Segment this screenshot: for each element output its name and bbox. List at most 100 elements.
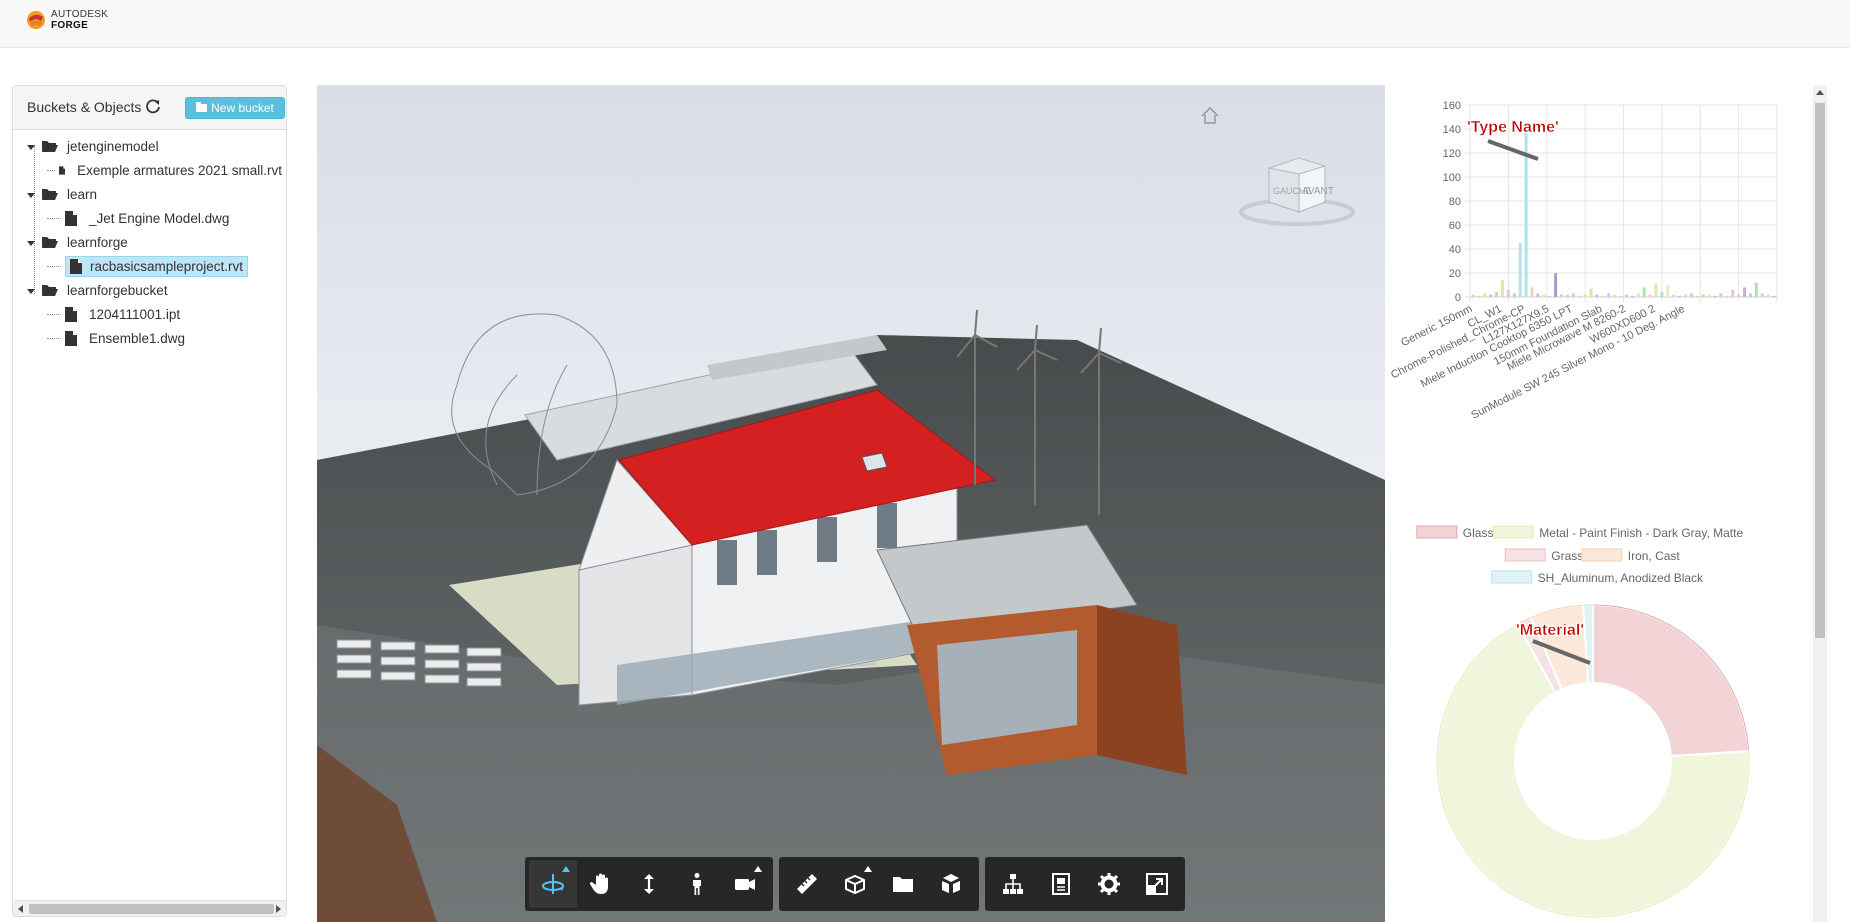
file-icon <box>65 330 77 346</box>
file-label[interactable]: 1204111001.ipt <box>85 305 184 324</box>
viewcube[interactable]: GAUCHE AVANT <box>1237 140 1357 230</box>
bar <box>1536 293 1540 297</box>
pan-button[interactable] <box>577 860 625 908</box>
gear-icon <box>1098 873 1120 895</box>
viewcube-front-face[interactable]: AVANT <box>1302 186 1334 197</box>
tree-node-bucket[interactable]: learnforgebucket <box>13 278 286 302</box>
settings-tools-group <box>985 857 1185 911</box>
section-icon <box>845 874 865 895</box>
folder-open-icon <box>42 285 58 296</box>
bar <box>1648 294 1652 297</box>
file-icon <box>65 210 77 226</box>
horizontal-scrollbar[interactable] <box>13 900 286 916</box>
bar <box>1512 293 1516 297</box>
collapse-toggle-icon[interactable] <box>27 286 35 294</box>
dolly-button[interactable] <box>625 860 673 908</box>
selected-file[interactable]: racbasicsampleproject.rvt <box>65 255 249 277</box>
tree-node-file-selected[interactable]: racbasicsampleproject.rvt <box>13 254 286 278</box>
bar <box>1766 294 1770 297</box>
file-label[interactable]: Ensemble1.dwg <box>85 329 189 348</box>
material-arrow <box>1532 639 1591 665</box>
navbar: AUTODESK FORGE <box>0 0 1850 48</box>
tree-node-file[interactable]: Exemple armatures 2021 small.rvt <box>13 158 286 182</box>
tree-node-file[interactable]: 1204111001.ipt <box>13 302 286 326</box>
y-tick-label: 160 <box>1443 100 1461 112</box>
bar <box>1483 293 1487 297</box>
scroll-right-icon[interactable] <box>276 905 281 913</box>
bar <box>1760 293 1764 297</box>
legend-label: Iron, Cast <box>1628 549 1681 563</box>
structure-button[interactable] <box>989 860 1037 908</box>
tree-node-bucket[interactable]: learn <box>13 182 286 206</box>
forge-logo-icon <box>27 11 45 29</box>
bar <box>1518 243 1522 297</box>
bucket-label[interactable]: jetenginemodel <box>63 137 163 156</box>
legend-label: Metal - Paint Finish - Dark Gray, Matte <box>1539 526 1743 540</box>
bar <box>1636 293 1640 297</box>
folder-open-icon <box>42 189 58 200</box>
bar <box>1725 295 1729 297</box>
bar <box>1654 283 1658 297</box>
bar <box>1678 295 1682 297</box>
measure-button[interactable] <box>783 860 831 908</box>
scroll-thumb[interactable] <box>1815 103 1825 638</box>
home-icon[interactable] <box>1199 105 1221 127</box>
bar <box>1471 294 1475 297</box>
bar <box>1607 293 1611 297</box>
type-name-bar-chart[interactable]: 020406080100120140160Generic 150mmCL_W1C… <box>1385 85 1810 485</box>
legend-swatch <box>1416 525 1458 539</box>
explode-button[interactable] <box>927 860 975 908</box>
bar <box>1560 294 1563 297</box>
file-label[interactable]: _Jet Engine Model.dwg <box>85 209 233 228</box>
properties-button[interactable] <box>1037 860 1085 908</box>
refresh-icon[interactable] <box>145 98 161 114</box>
bar <box>1642 287 1646 297</box>
fullscreen-button[interactable] <box>1133 860 1181 908</box>
camera-button[interactable] <box>721 860 769 908</box>
scroll-thumb[interactable] <box>29 904 274 914</box>
tree-node-file[interactable]: _Jet Engine Model.dwg <box>13 206 286 230</box>
bar <box>1737 294 1741 297</box>
orbit-button[interactable] <box>529 860 577 908</box>
scroll-left-icon[interactable] <box>18 905 23 913</box>
model-3d-scene[interactable] <box>317 85 1385 922</box>
collapse-toggle-icon[interactable] <box>27 142 35 150</box>
material-donut-chart[interactable]: Glass Metal - Paint Finish - Dark Gray, M… <box>1385 485 1810 922</box>
bar <box>1595 294 1599 297</box>
bar <box>1489 294 1493 297</box>
settings-button[interactable] <box>1085 860 1133 908</box>
tree-guide <box>47 313 61 315</box>
collapse-toggle-icon[interactable] <box>27 190 35 198</box>
forge-viewer-canvas[interactable]: GAUCHE AVANT <box>317 85 1385 922</box>
model-browser-button[interactable] <box>879 860 927 908</box>
walk-button[interactable] <box>673 860 721 908</box>
bar <box>1684 294 1687 297</box>
pan-icon <box>589 873 608 894</box>
new-bucket-button[interactable]: New bucket <box>185 97 285 119</box>
bucket-label[interactable]: learnforgebucket <box>63 281 172 300</box>
bucket-label[interactable]: learn <box>63 185 101 204</box>
submenu-indicator <box>754 866 762 872</box>
section-button[interactable] <box>831 860 879 908</box>
tree-node-file[interactable]: Ensemble1.dwg <box>13 326 286 350</box>
tree-node-bucket[interactable]: learnforge <box>13 230 286 254</box>
autodesk-forge-logo[interactable]: AUTODESK FORGE <box>26 9 108 31</box>
measure-icon <box>797 874 817 894</box>
tree-guide <box>47 337 61 339</box>
collapse-toggle-icon[interactable] <box>27 238 35 246</box>
scroll-up-icon[interactable] <box>1816 90 1824 95</box>
bar <box>1589 288 1593 297</box>
bar <box>1743 287 1747 297</box>
bar <box>1583 294 1587 297</box>
file-label: racbasicsampleproject.rvt <box>90 258 244 274</box>
vertical-scrollbar[interactable] <box>1813 85 1827 922</box>
viewer-toolbar <box>525 857 1185 911</box>
file-icon <box>65 306 77 322</box>
panel-title: Buckets & Objects <box>27 99 142 115</box>
file-label[interactable]: Exemple armatures 2021 small.rvt <box>73 161 286 180</box>
navigation-tools-group <box>525 857 773 911</box>
tree-node-bucket[interactable]: jetenginemodel <box>13 134 286 158</box>
bar <box>1495 292 1499 297</box>
dashboard-charts: 0 20 40 60 80 100 120 140 160 Generic 150mm CL_W1 C… <box>1385 85 1810 922</box>
bucket-label[interactable]: learnforge <box>63 233 132 252</box>
